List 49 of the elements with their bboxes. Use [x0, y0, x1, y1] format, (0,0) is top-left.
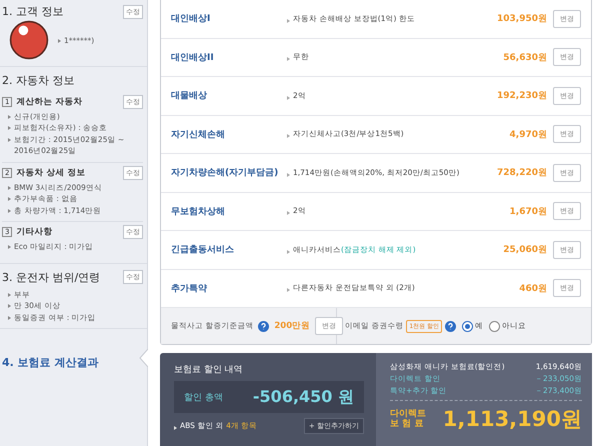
coverage-name: 대물배상 [171, 90, 208, 102]
section-title: 3. 운전자 범위/연령 [2, 270, 100, 284]
bullet-icon [8, 245, 11, 249]
section-title: 1. 고객 정보 [2, 4, 64, 19]
coverage-price: 460원 [519, 282, 547, 295]
help-icon[interactable] [445, 320, 456, 332]
coverage-name: 긴급출동서비스 [171, 244, 235, 256]
panel-title: 보험료 할인 내역 [174, 364, 244, 376]
bullet-icon [287, 250, 290, 254]
bullet-icon [8, 138, 11, 142]
final-amount: 1,113,190원 [442, 406, 582, 433]
coverage-name: 자기차량손해(자기부담금) [171, 167, 280, 180]
bullet-icon [8, 208, 11, 212]
bullet-icon [8, 316, 11, 320]
bullet-icon [287, 57, 290, 62]
bullet-icon [8, 292, 11, 296]
total-label: 할인 총액 [184, 392, 223, 404]
bullet-icon [287, 96, 290, 100]
final-label: 다이렉트 보 험 료 [390, 409, 426, 429]
coverage-name: 무보험차상해 [171, 206, 226, 218]
bullet-icon [174, 426, 177, 430]
coverage-name: 추가특약 [171, 282, 208, 295]
bullet-icon [8, 126, 11, 130]
bullet-icon [8, 197, 11, 201]
option-value: 200만원 [274, 320, 310, 332]
help-icon[interactable] [258, 320, 270, 332]
coverage-price: 25,060원 [503, 244, 547, 256]
bullet-icon [287, 134, 290, 138]
coverage-price: 728,220원 [497, 167, 547, 180]
total-amount: -506,450 원 [252, 386, 354, 408]
bullet-icon [8, 304, 11, 308]
bullet-icon [287, 211, 290, 216]
coverage-name: 대인배상I [171, 13, 212, 26]
coverage-name: 자기신체손해 [171, 128, 226, 141]
section-title: 2. 자동차 정보 [2, 72, 74, 88]
coverage-price: 56,630원 [503, 52, 547, 64]
coverage-price: 1,670원 [510, 206, 547, 218]
coverage-name: 대인배상II [171, 52, 215, 64]
bullet-icon [287, 172, 290, 177]
bullet-icon [8, 186, 11, 190]
dot-marker [9, 20, 49, 60]
bullet-icon [287, 18, 290, 23]
bullet-icon [287, 288, 290, 292]
bullet-icon [58, 39, 61, 43]
section-title: 4. 보험료 계산결과 [2, 355, 98, 370]
bullet-icon [8, 114, 11, 118]
coverage-price: 103,950원 [497, 13, 547, 26]
coverage-price: 4,970원 [510, 128, 547, 141]
coverage-price: 192,230원 [497, 90, 547, 102]
